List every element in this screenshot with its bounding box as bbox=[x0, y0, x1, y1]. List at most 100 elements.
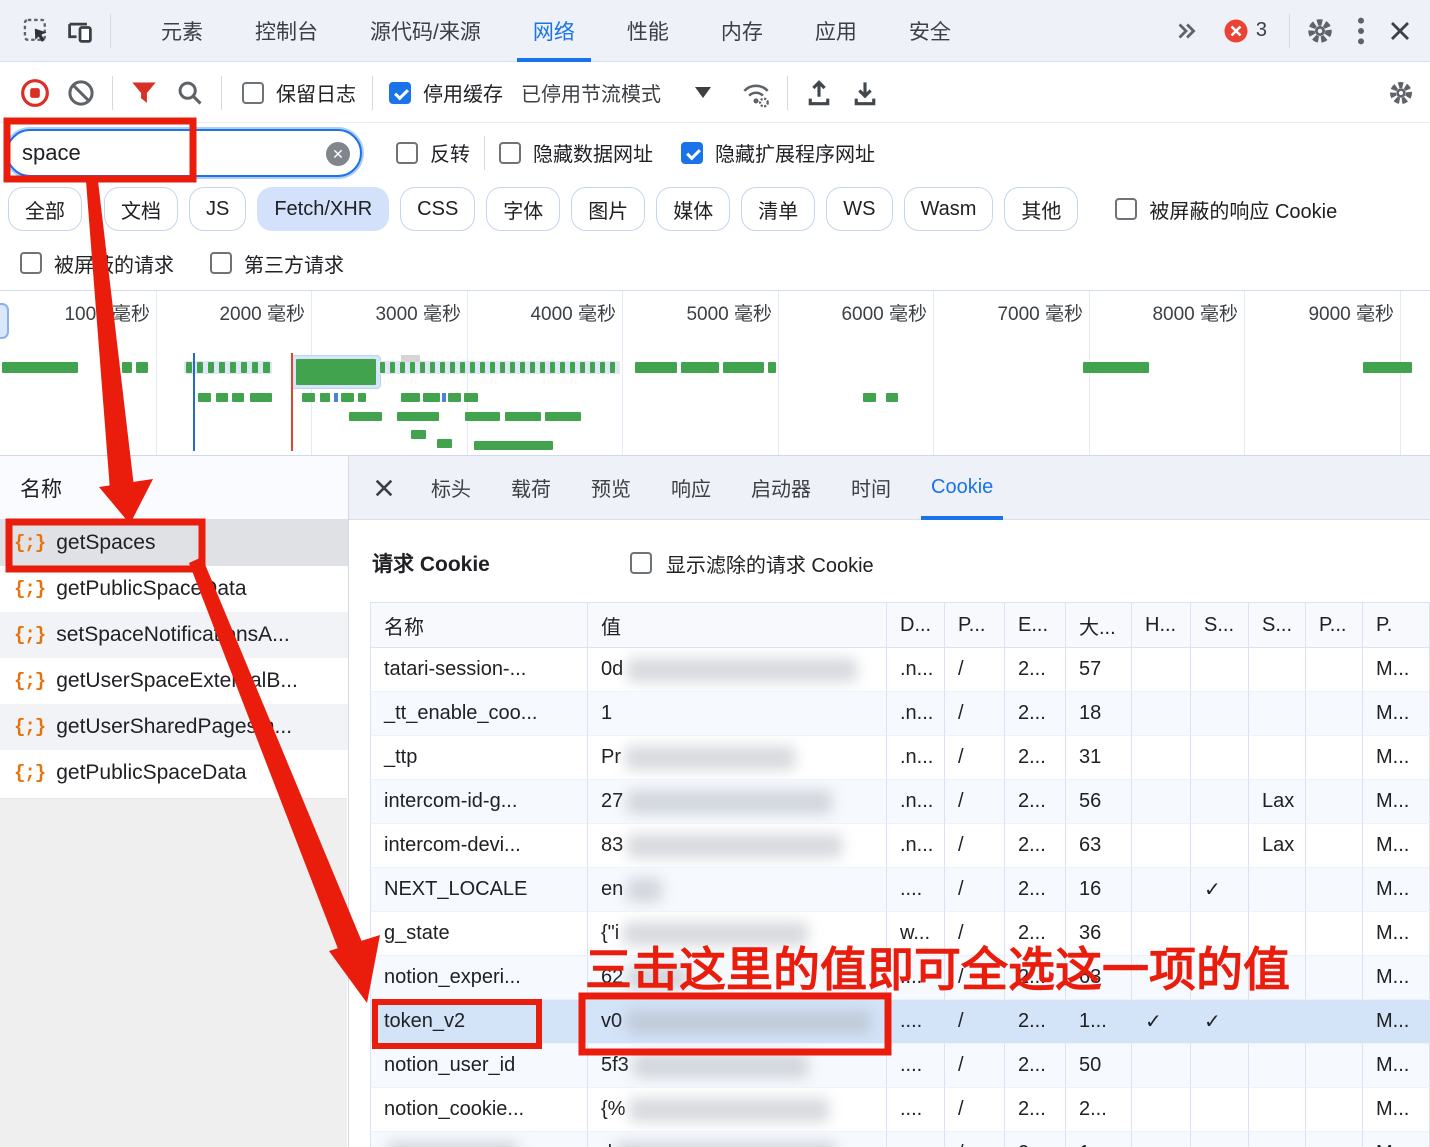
cookie-attr-cell bbox=[1191, 648, 1249, 692]
request-row[interactable]: {;} getPublicSpaceData bbox=[0, 566, 348, 612]
cookie-column-header[interactable]: P... bbox=[945, 602, 1005, 648]
kebab-menu-icon[interactable] bbox=[1342, 9, 1380, 53]
clear-filter-icon[interactable] bbox=[326, 141, 350, 166]
close-detail-icon[interactable] bbox=[361, 465, 407, 511]
more-tabs-icon[interactable] bbox=[1173, 18, 1199, 44]
devtools-tab-网络[interactable]: 网络 bbox=[507, 0, 601, 62]
cookie-column-header[interactable]: S... bbox=[1191, 602, 1249, 648]
devtools-tab-控制台[interactable]: 控制台 bbox=[229, 0, 344, 62]
devtools-tab-内存[interactable]: 内存 bbox=[695, 0, 789, 62]
cookie-column-header[interactable]: D... bbox=[887, 602, 945, 648]
filter-chip-WS[interactable]: WS bbox=[826, 187, 893, 231]
dcl-event-line bbox=[193, 353, 195, 451]
preserve-log-checkbox[interactable] bbox=[242, 81, 264, 104]
filter-chip-其他[interactable]: 其他 bbox=[1004, 187, 1079, 231]
filter-chip-清单[interactable]: 清单 bbox=[741, 187, 816, 231]
detail-tab-Cookie[interactable]: Cookie bbox=[915, 456, 1009, 520]
filter-chip-JS[interactable]: JS bbox=[189, 187, 247, 231]
chevron-down-icon[interactable] bbox=[695, 87, 711, 98]
request-row[interactable]: {;} getPublicSpaceData bbox=[0, 750, 348, 796]
invert-checkbox[interactable] bbox=[396, 141, 418, 164]
export-har-icon[interactable] bbox=[842, 70, 888, 116]
cookie-row[interactable]: _ttp Pr .n.../2... 31 M... bbox=[370, 736, 1430, 780]
detail-tab-响应[interactable]: 响应 bbox=[655, 456, 727, 520]
detail-tab-时间[interactable]: 时间 bbox=[835, 456, 907, 520]
cookie-attr-cell bbox=[1132, 736, 1191, 780]
inspect-element-icon[interactable] bbox=[14, 9, 58, 53]
fetch-icon: {;} bbox=[14, 762, 46, 784]
divider bbox=[221, 75, 222, 110]
timeline-overview[interactable]: 1000 毫秒 2000 毫秒 3000 毫秒 4000 毫秒 5000 毫秒 6000 … bbox=[0, 290, 1430, 456]
cookie-row[interactable]: notion_user_id 5f3..../2... 50 M... bbox=[370, 1044, 1430, 1088]
record-button[interactable] bbox=[12, 70, 58, 116]
request-row[interactable]: {;} getUserSpaceExternalB... bbox=[0, 658, 348, 704]
request-row[interactable]: {;} getSpaces bbox=[0, 520, 348, 566]
import-har-icon[interactable] bbox=[796, 70, 842, 116]
filter-chip-字体[interactable]: 字体 bbox=[486, 187, 561, 231]
device-toolbar-icon[interactable] bbox=[58, 9, 102, 53]
timeline-bar bbox=[401, 355, 420, 362]
blocked-requests-checkbox[interactable] bbox=[20, 252, 42, 274]
cookie-row[interactable]: tatari-session-... 0d .n.../2... 57 M... bbox=[370, 648, 1430, 692]
settings-gear-icon[interactable] bbox=[1298, 9, 1342, 53]
cookie-column-header[interactable]: 名称 bbox=[370, 602, 588, 648]
detail-tab-载荷[interactable]: 载荷 bbox=[495, 456, 567, 520]
cookie-row[interactable]: intercom-devi... 83 .n.../2... 63 Lax M... bbox=[370, 824, 1430, 868]
cookie-row[interactable]: g_state {"i w.../2... 36 M... bbox=[370, 912, 1430, 956]
devtools-tab-安全[interactable]: 安全 bbox=[883, 0, 977, 62]
close-icon[interactable] bbox=[1380, 9, 1420, 53]
request-list-header[interactable]: 名称 bbox=[0, 456, 348, 520]
cookie-row[interactable]: intercom-id-g... 27 .n.../2... 56 Lax M... bbox=[370, 780, 1430, 824]
devtools-window: 元素 控制台 源代码/来源 网络 性能 内存 应用 安全 3 保留日志 停用缓存… bbox=[0, 0, 1430, 1147]
hide-data-urls-checkbox[interactable] bbox=[499, 141, 521, 164]
filter-input[interactable] bbox=[22, 139, 302, 166]
cookie-row[interactable]: notion_experi... 62..../2... 63 M... bbox=[370, 956, 1430, 1000]
filter-chip-图片[interactable]: 图片 bbox=[571, 187, 646, 231]
cookie-column-header[interactable]: 大... bbox=[1066, 602, 1132, 648]
devtools-tab-应用[interactable]: 应用 bbox=[789, 0, 883, 62]
timeline-bar bbox=[490, 362, 495, 373]
cookie-column-header[interactable]: E... bbox=[1005, 602, 1066, 648]
cookie-row[interactable]: NEXT_LOCALE en..../2... 16 ✓ M... bbox=[370, 868, 1430, 912]
filter-chip-Wasm[interactable]: Wasm bbox=[903, 187, 994, 231]
search-icon[interactable] bbox=[167, 70, 213, 116]
network-settings-gear-icon[interactable] bbox=[1378, 70, 1424, 116]
devtools-tab-元素[interactable]: 元素 bbox=[135, 0, 229, 62]
timeline-bar bbox=[197, 362, 203, 373]
third-party-requests-checkbox[interactable] bbox=[210, 252, 232, 274]
request-row[interactable]: {;} getUserSharedPagesIn... bbox=[0, 704, 348, 750]
timeline-tick-label: 3000 毫秒 bbox=[375, 304, 461, 325]
clear-button[interactable] bbox=[58, 70, 104, 116]
filter-chip-媒体[interactable]: 媒体 bbox=[656, 187, 731, 231]
disable-cache-checkbox[interactable] bbox=[389, 81, 411, 104]
error-badge[interactable]: 3 bbox=[1223, 18, 1267, 44]
cookie-row[interactable]: d..../2...1... M... bbox=[370, 1132, 1430, 1147]
show-filtered-cookies-checkbox[interactable] bbox=[629, 552, 652, 574]
hide-extension-urls-checkbox[interactable] bbox=[681, 141, 703, 164]
devtools-tab-源代码/来源[interactable]: 源代码/来源 bbox=[344, 0, 507, 62]
cookie-column-header[interactable]: P. bbox=[1363, 602, 1430, 648]
request-row[interactable]: {;} setSpaceNotificationsA... bbox=[0, 612, 348, 658]
cookie-row[interactable]: token_v2 v0..../2... 1... ✓ ✓ M... bbox=[370, 1000, 1430, 1044]
cookie-column-header[interactable]: 值 bbox=[588, 602, 887, 648]
filter-chip-Fetch/XHR[interactable]: Fetch/XHR bbox=[257, 187, 390, 231]
cookie-column-header[interactable]: H... bbox=[1132, 602, 1191, 648]
filter-chip-文档[interactable]: 文档 bbox=[104, 187, 178, 231]
filter-icon[interactable] bbox=[121, 70, 167, 116]
timeline-bar bbox=[500, 362, 505, 373]
filter-chip-CSS[interactable]: CSS bbox=[400, 187, 476, 231]
detail-tab-标头[interactable]: 标头 bbox=[415, 456, 487, 520]
timeline-bar bbox=[610, 362, 615, 373]
network-conditions-icon[interactable] bbox=[733, 70, 779, 116]
cookie-attr-cell bbox=[1191, 736, 1249, 780]
detail-tab-启动器[interactable]: 启动器 bbox=[735, 456, 827, 520]
throttling-select[interactable]: 已停用节流模式 bbox=[521, 78, 661, 107]
devtools-tab-性能[interactable]: 性能 bbox=[601, 0, 695, 62]
blocked-response-cookies-checkbox[interactable] bbox=[1115, 198, 1138, 220]
cookie-column-header[interactable]: P... bbox=[1306, 602, 1363, 648]
detail-tab-预览[interactable]: 预览 bbox=[575, 456, 647, 520]
filter-chip-全部[interactable]: 全部 bbox=[8, 187, 82, 231]
cookie-row[interactable]: _tt_enable_coo... 1 .n.../2... 18 M... bbox=[370, 692, 1430, 736]
cookie-column-header[interactable]: S... bbox=[1249, 602, 1306, 648]
cookie-row[interactable]: notion_cookie... {%..../2... 2... M... bbox=[370, 1088, 1430, 1132]
